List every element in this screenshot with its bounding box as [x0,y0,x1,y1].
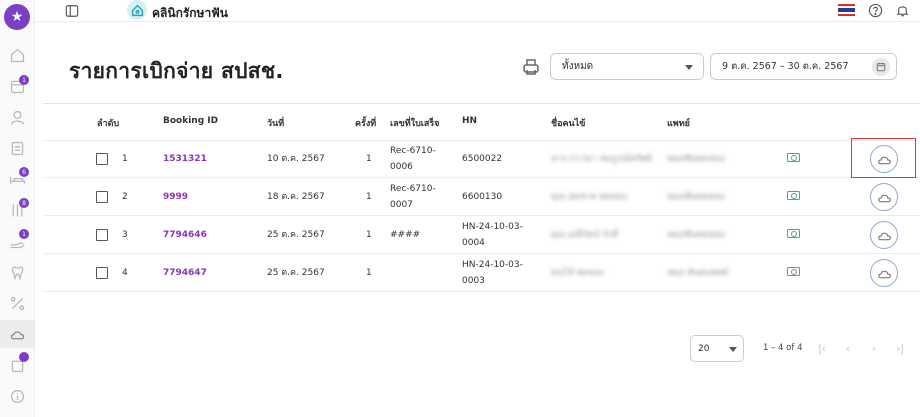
row-visit: 1 [366,230,372,240]
row-hn: HN-24-10-03- 0003 [462,260,523,286]
chevron-down-icon [729,347,737,352]
row-hn: 6500022 [462,154,503,164]
bell-icon[interactable] [895,2,910,18]
row-visit: 1 [366,154,372,164]
last-page-icon[interactable]: ›| [893,341,907,355]
record-icon[interactable] [9,140,26,157]
row-date: 25 ต.ค. 2567 [267,230,325,240]
claim-cloud-icon[interactable] [0,320,35,348]
status-filter-select[interactable]: ทั้งหมด [550,53,704,80]
row-user-name: คนไข้ ทดลอง [551,268,604,278]
row-doctor: หมอฟันทดสอบ [667,230,726,240]
prev-page-icon[interactable]: ‹ [841,341,855,355]
page-size-select[interactable]: 20 [690,335,744,362]
brand-logo[interactable]: ★ [4,4,30,30]
booking-id-link[interactable]: 9999 [163,189,188,205]
row-seq: 1 [122,154,128,164]
row-user-name: นาง ภาวนา สมบูรณ์ทรัพย์ [551,154,652,164]
column-header-user-name: ชื่อคนไข้ [551,119,586,129]
row-doctor: หมอฟันทดสอบ [667,154,726,164]
tools-badge: 8 [19,198,29,208]
row-user-name: คุณ สมชาย ทดสอบ [551,192,628,202]
row-date: 25 ต.ค. 2567 [267,268,325,278]
page-info: 1 – 4 of 4 [763,343,803,353]
row-seq: 2 [122,192,128,202]
page-size-value: 20 [698,343,710,354]
column-header-visit: ครั้งที่ [355,119,377,129]
next-page-icon[interactable]: › [867,341,881,355]
row-receipt: Rec-6710- 0006 [390,146,436,172]
status-filter-value: ทั้งหมด [562,61,594,72]
info-icon[interactable] [9,388,26,405]
page-title: รายการเบิกจ่าย สปสช. [69,59,284,83]
date-range-value: 9 ต.ค. 2567 – 30 ต.ค. 2567 [722,61,849,72]
row-seq: 3 [122,230,128,240]
bed-badge: 6 [19,167,29,177]
home-icon[interactable] [9,47,26,64]
help-icon[interactable] [868,3,883,18]
money-icon [787,153,800,162]
money-icon [787,191,800,200]
column-header-seq: ลำดับ [97,119,120,129]
inventory-badge [19,352,29,362]
chevron-down-icon [685,65,693,70]
first-page-icon[interactable]: |‹ [815,341,829,355]
thai-flag-icon[interactable] [838,4,855,16]
top-bar: คลินิกรักษาฟัน C [35,0,920,22]
column-header-date: วันที่ [267,119,285,129]
money-icon [787,267,800,276]
booking-id-link[interactable]: 1531321 [163,151,207,167]
highlight-box [851,138,916,178]
tooth-icon[interactable] [9,264,26,281]
row-hn: 6600130 [462,192,503,202]
row-hn: HN-24-10-03- 0004 [462,222,523,248]
sidebar-toggle-icon[interactable] [65,3,79,17]
header-divider [43,103,920,104]
patient-icon[interactable] [9,109,26,126]
calendar-icon[interactable] [872,58,890,76]
row-checkbox[interactable] [96,191,108,203]
row-doctor: หมอฟันทดสอบ [667,192,726,202]
row-seq: 4 [122,268,128,278]
clinic-name: คลินิกรักษาฟัน [152,6,228,20]
sidebar: ★ 1 6 8 1 [0,0,35,417]
money-icon [787,229,800,238]
row-checkbox[interactable] [96,229,108,241]
row-visit: 1 [366,192,372,202]
date-range-picker[interactable]: 9 ต.ค. 2567 – 30 ต.ค. 2567 [710,53,897,80]
print-icon[interactable] [522,58,540,76]
appointment-badge: 1 [19,75,29,85]
payment-badge: 1 [19,229,29,239]
booking-id-link[interactable]: 7794647 [163,265,207,281]
row-receipt: #### [390,230,421,240]
cloud-upload-button[interactable] [870,183,898,211]
column-header-booking-id: Booking ID [163,116,219,126]
row-doctor: หมอ ทันตแพทย์ [667,268,729,278]
row-checkbox[interactable] [96,153,108,165]
row-receipt: Rec-6710- 0007 [390,184,436,210]
column-header-hn: HN [462,116,478,126]
booking-id-link[interactable]: 7794646 [163,227,207,243]
cloud-upload-button[interactable] [870,259,898,287]
row-user-name: คุณ มณีรัตน์ รักดี [551,230,619,240]
clinic-home-icon[interactable] [127,0,147,20]
percent-icon[interactable] [9,295,26,312]
row-checkbox[interactable] [96,267,108,279]
row-date: 10 ต.ค. 2567 [267,154,325,164]
row-date: 18 ต.ค. 2567 [267,192,325,202]
row-visit: 1 [366,268,372,278]
column-header-receipt: เลขที่ใบเสร็จ [390,119,440,129]
cloud-upload-button[interactable] [870,221,898,249]
column-header-doctor: แพทย์ [667,119,690,129]
